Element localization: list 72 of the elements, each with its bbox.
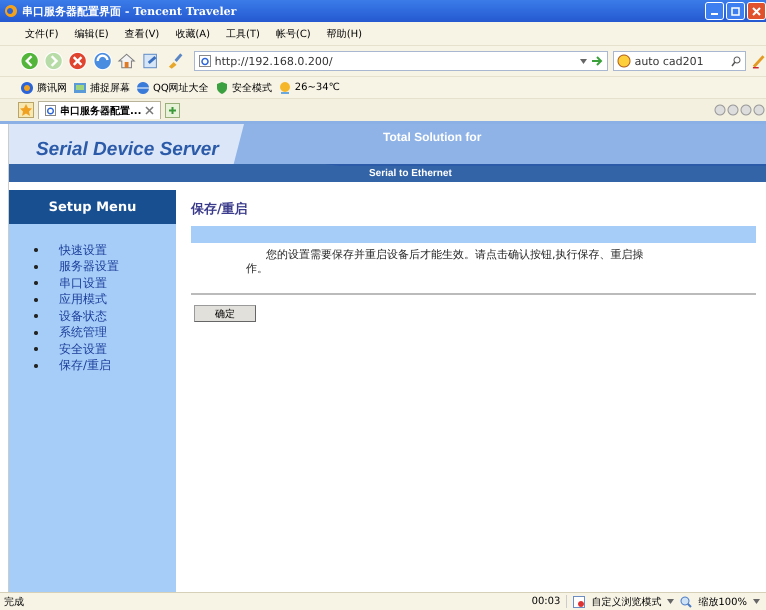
- sidebar-link[interactable]: 保存/重启: [59, 357, 112, 374]
- bullet-icon: [34, 248, 38, 252]
- close-icon[interactable]: [145, 106, 154, 115]
- browser-logo-icon: [4, 4, 18, 18]
- minimize-button[interactable]: [705, 2, 724, 20]
- bullet-icon: [34, 314, 38, 318]
- status-text: 完成: [4, 596, 24, 608]
- bookmark-link[interactable]: 安全模式: [214, 80, 272, 94]
- sidebar-link[interactable]: 系统管理: [59, 324, 107, 342]
- info-message: 您的设置需要保存并重启设备后才能生效。请点击确认按钮,执行保存、重启操作。: [245, 248, 644, 276]
- home-icon[interactable]: [116, 51, 136, 71]
- screen-capture-icon: [73, 80, 87, 94]
- new-tab-icon[interactable]: [165, 102, 180, 118]
- menu-item[interactable]: 帮助(H): [320, 24, 370, 42]
- sidebar-link[interactable]: 串口设置: [59, 274, 107, 292]
- sidebar-link[interactable]: 应用模式: [59, 291, 107, 308]
- circle-logo-icon: [20, 80, 34, 94]
- stop-icon[interactable]: [68, 51, 88, 71]
- sidebar-link[interactable]: 安全设置: [59, 340, 107, 358]
- zoom-button[interactable]: 缩放100%: [698, 594, 747, 608]
- banner-title: Serial Device Server: [35, 139, 220, 162]
- maximize-button[interactable]: [726, 2, 745, 20]
- status-time: 00:03: [532, 596, 560, 607]
- sidebar-heading: Setup Menu: [9, 190, 176, 224]
- globe-icon: [136, 80, 150, 94]
- bookmark-link[interactable]: 26~34℃: [278, 80, 340, 94]
- shield-icon: [214, 80, 229, 94]
- minimize-icon: [711, 12, 718, 14]
- bookmark-link[interactable]: 捕捉屏幕: [73, 80, 130, 94]
- sidebar-link[interactable]: 服务器设置: [59, 258, 119, 276]
- go-arrow-icon[interactable]: [590, 56, 603, 66]
- bullet-icon: [34, 298, 38, 302]
- bullet-icon: [34, 347, 38, 352]
- bullet-icon: [34, 264, 38, 269]
- sidebar-link[interactable]: 快速设置: [59, 242, 107, 259]
- bookmark-link[interactable]: 腾讯网: [20, 80, 67, 94]
- close-button[interactable]: [747, 2, 766, 20]
- zoom-icon: [680, 596, 692, 608]
- bullet-icon: [34, 330, 38, 335]
- close-icon: [752, 6, 761, 16]
- browser-tab[interactable]: 串口服务器配置...: [38, 101, 162, 119]
- bookmark-link[interactable]: QQ网址大全: [136, 80, 209, 94]
- address-field[interactable]: http://192.168.0.200/: [194, 51, 608, 71]
- menu-item[interactable]: 查看(V): [118, 24, 166, 42]
- caret-icon[interactable]: [753, 599, 760, 604]
- page-mode-icon: [573, 596, 586, 608]
- confirm-button[interactable]: 确定: [194, 305, 256, 322]
- menu-item[interactable]: 工具(T): [219, 24, 267, 42]
- weather-icon: [278, 80, 292, 94]
- sidebar-link[interactable]: 设备状态: [59, 308, 107, 325]
- search-engine-icon[interactable]: [616, 54, 631, 68]
- favorites-icon[interactable]: [18, 102, 34, 118]
- back-icon[interactable]: [20, 51, 40, 71]
- banner-subtitle: Serial to Ethernet: [369, 168, 452, 178]
- banner-tagline: Total Solution for: [382, 130, 482, 146]
- search-icon[interactable]: [730, 56, 742, 66]
- search-field[interactable]: auto cad201: [612, 51, 746, 71]
- caret-icon[interactable]: [580, 58, 587, 64]
- menu-item[interactable]: 收藏(A): [168, 24, 217, 42]
- maximize-icon: [731, 6, 740, 16]
- highlighter-icon[interactable]: [750, 53, 766, 69]
- refresh-icon[interactable]: [92, 51, 112, 71]
- menu-item[interactable]: 文件(F): [18, 24, 66, 42]
- menu-item[interactable]: 编辑(E): [68, 24, 116, 42]
- menu-item[interactable]: 帐号(C): [268, 24, 318, 42]
- bullet-icon: [34, 281, 38, 286]
- window-title: 串口服务器配置界面 - Tencent Traveler: [22, 4, 238, 18]
- section-heading: 保存/重启: [191, 200, 249, 219]
- caret-icon[interactable]: [667, 599, 674, 604]
- tab-controls-icon[interactable]: [714, 104, 766, 116]
- bullet-icon: [34, 364, 38, 368]
- browse-mode-button[interactable]: 自定义浏览模式: [591, 594, 662, 608]
